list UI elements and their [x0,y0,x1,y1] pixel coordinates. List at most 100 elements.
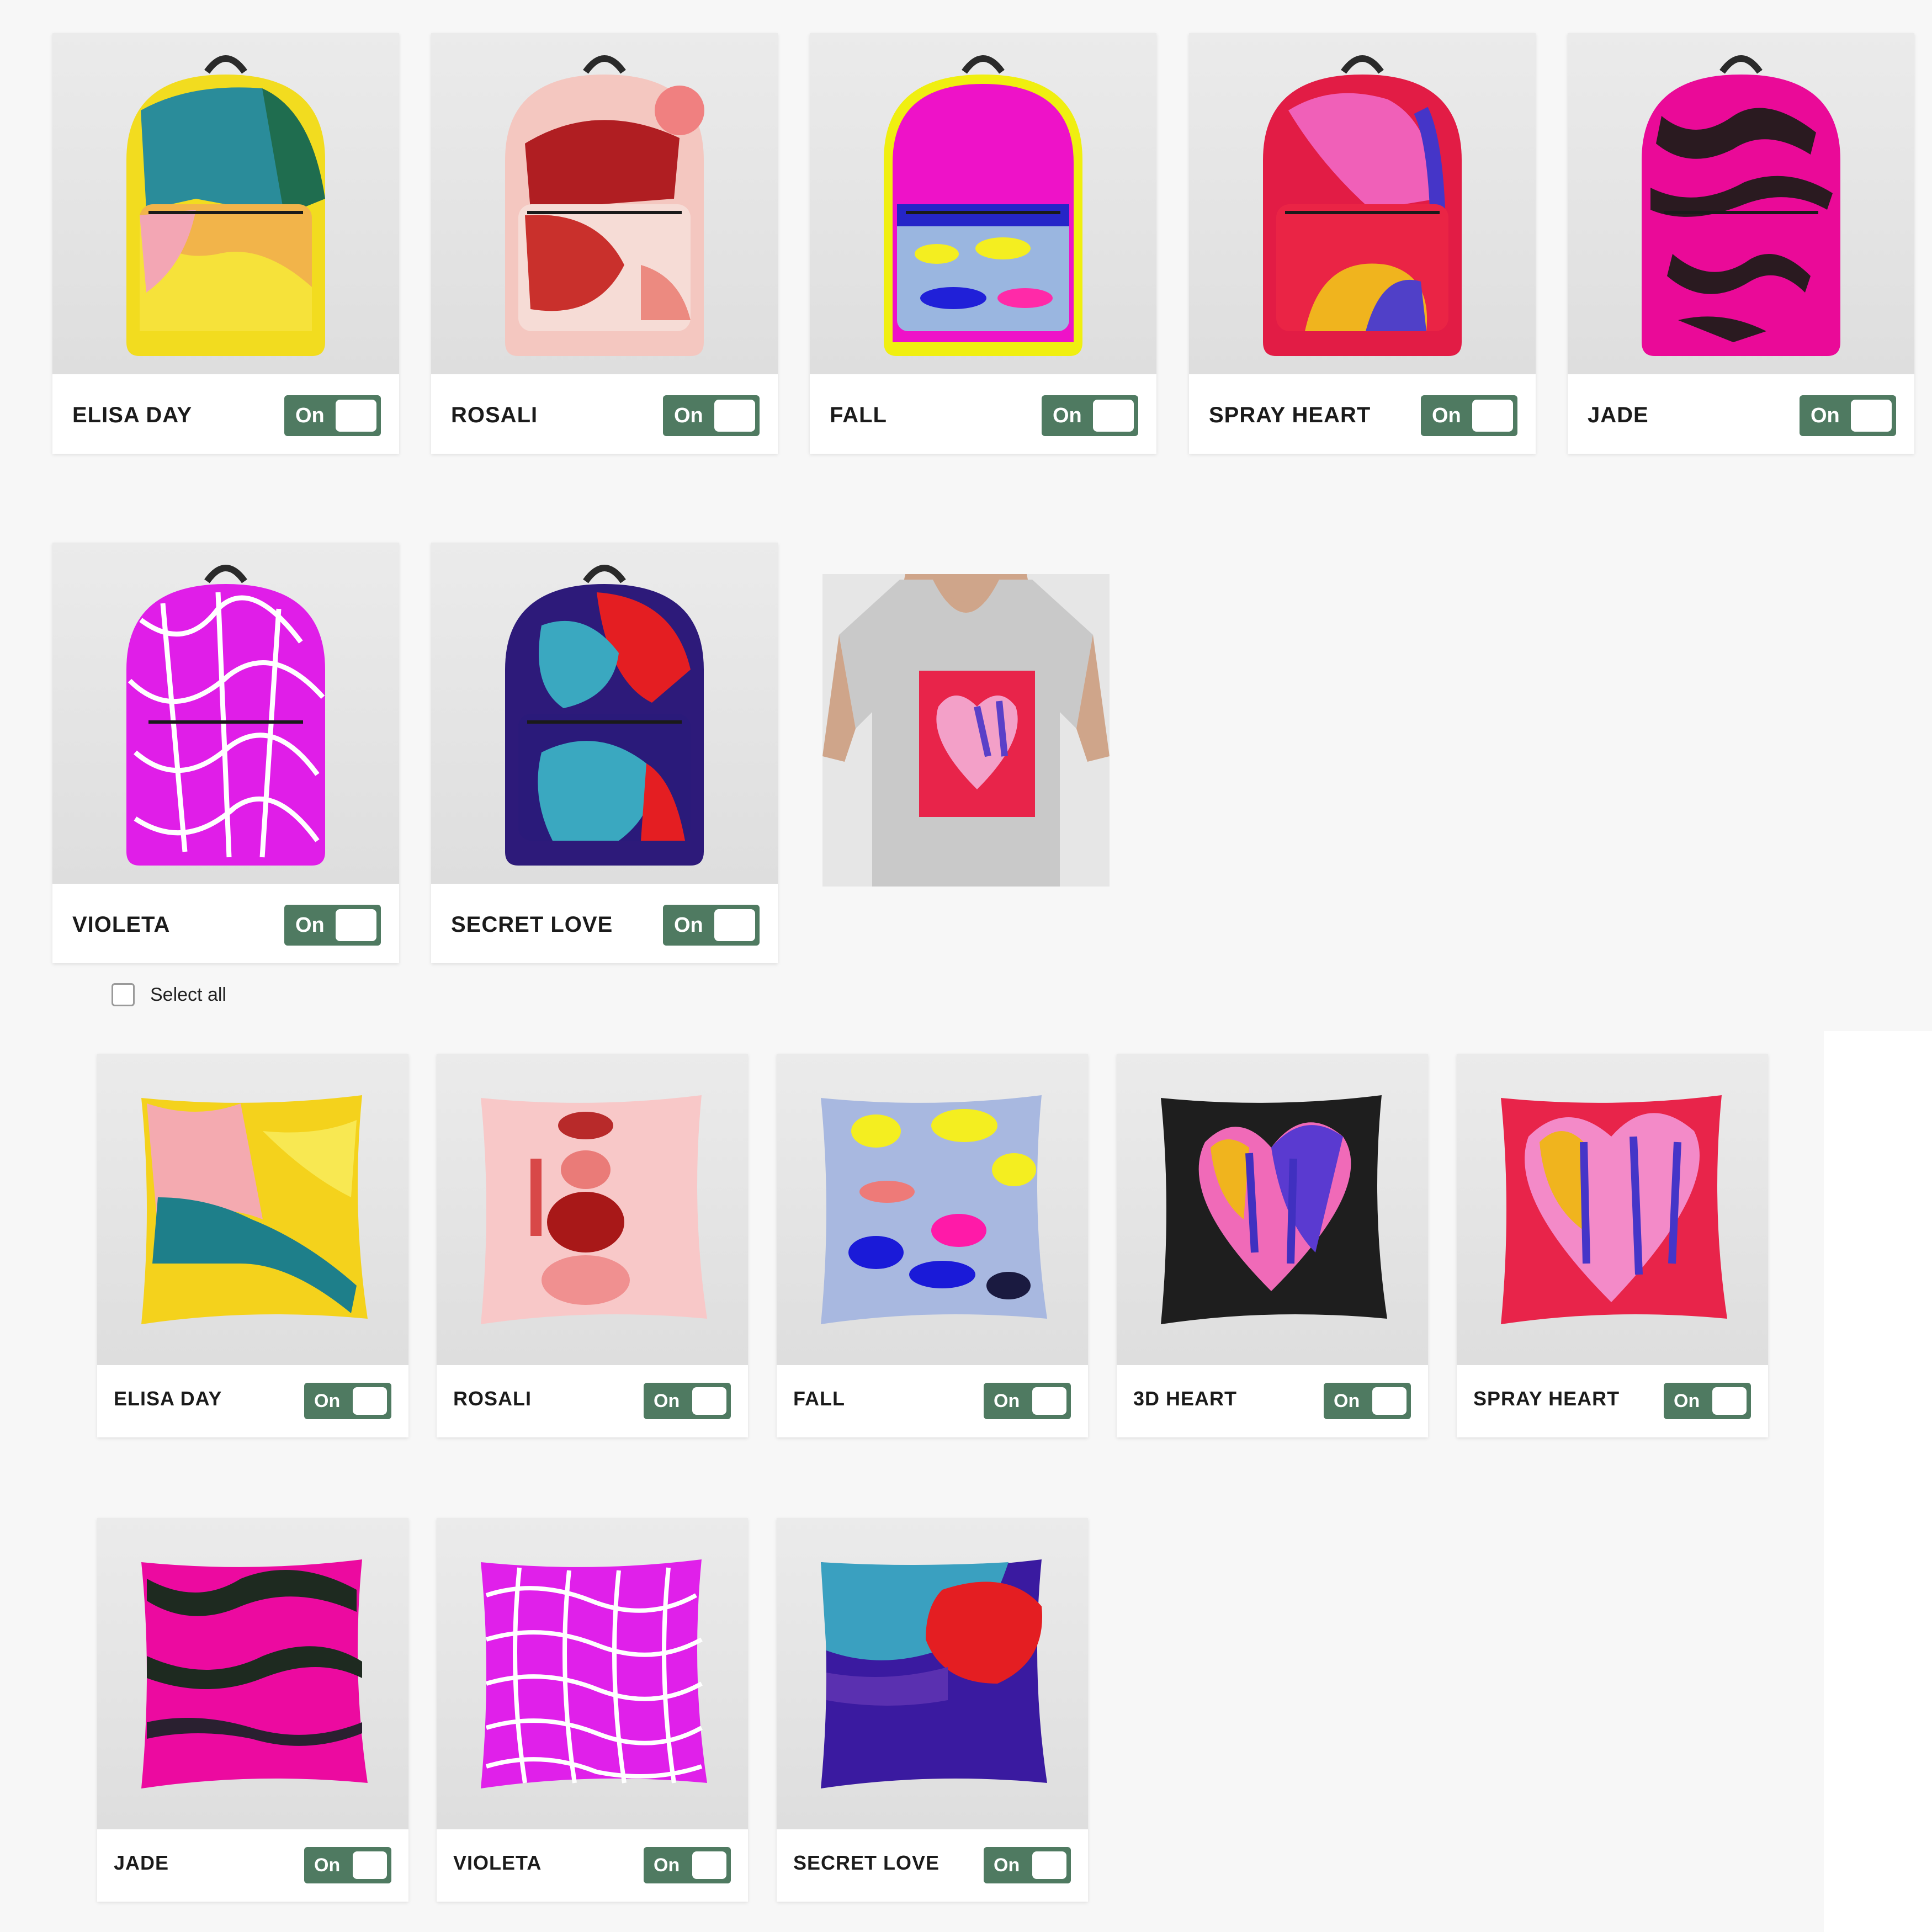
toggle-knob [1472,400,1513,432]
product-card-pillow-violeta[interactable]: VIOLETA On [437,1518,748,1902]
toggle-knob [1093,400,1134,432]
toggle-knob [353,1851,387,1879]
pillow-image[interactable] [437,1054,748,1365]
toggle-knob [1032,1851,1066,1879]
product-card-pillow-fall[interactable]: FALL On [777,1054,1088,1437]
toggle-label: On [674,404,703,427]
toggle-label: On [674,913,703,937]
publish-toggle[interactable]: On [644,1847,731,1883]
toggle-knob [353,1387,387,1415]
pillow-3d-heart-art [1161,1095,1387,1324]
publish-toggle[interactable]: On [1664,1383,1751,1419]
toggle-label: On [654,1390,680,1411]
right-panel-edge [1824,1031,1932,1932]
product-name: ROSALI [453,1387,532,1410]
pillow-image[interactable] [97,1518,408,1829]
toggle-knob [1032,1387,1066,1415]
publish-toggle[interactable]: On [984,1847,1071,1883]
product-card-pillow-elisa-day[interactable]: ELISA DAY On [97,1054,408,1437]
toggle-label: On [295,913,325,937]
toggle-knob [692,1851,726,1879]
backpack-jade-art [1642,55,1840,356]
toggle-knob [336,909,376,941]
product-card-pillow-spray-heart[interactable]: SPRAY HEART On [1457,1054,1768,1437]
product-name: ELISA DAY [114,1387,222,1410]
publish-toggle[interactable]: On [304,1383,391,1419]
product-card-backpack-rosali[interactable]: ROSALI On [431,33,778,454]
publish-toggle[interactable]: On [984,1383,1071,1419]
backpack-image[interactable] [1189,33,1536,374]
product-name: SPRAY HEART [1473,1387,1620,1410]
toggle-label: On [1334,1390,1360,1411]
publish-toggle[interactable]: On [1042,395,1138,436]
toggle-label: On [1432,404,1461,427]
publish-toggle[interactable]: On [304,1847,391,1883]
publish-toggle[interactable]: On [1800,395,1896,436]
publish-toggle[interactable]: On [1324,1383,1411,1419]
toggle-label: On [1674,1390,1700,1411]
publish-toggle[interactable]: On [644,1383,731,1419]
backpack-image[interactable] [431,543,778,884]
select-all-label: Select all [150,984,226,1005]
product-name: FALL [793,1387,845,1410]
toggle-label: On [1811,404,1840,427]
tshirt-image[interactable] [822,574,1110,887]
product-card-backpack-elisa-day[interactable]: ELISA DAY On [52,33,399,454]
backpack-violeta-art [126,565,325,866]
backpack-image[interactable] [52,543,399,884]
toggle-label: On [654,1854,680,1876]
toggle-label: On [994,1390,1020,1411]
product-name: SECRET LOVE [451,912,613,937]
product-name: FALL [830,403,887,427]
toggle-label: On [994,1854,1020,1876]
pillow-elisa-day-art [141,1095,368,1324]
product-name: ELISA DAY [72,403,193,427]
pillow-image[interactable] [97,1054,408,1365]
toggle-knob [1372,1387,1406,1415]
backpack-spray-heart-art [1263,55,1462,356]
toggle-knob [714,400,755,432]
pillow-spray-heart-art [1501,1095,1727,1324]
publish-toggle[interactable]: On [663,395,760,436]
product-card-backpack-secret-love[interactable]: SECRET LOVE On [431,543,778,963]
toggle-label: On [295,404,325,427]
product-name: ROSALI [451,403,538,427]
publish-toggle[interactable]: On [1421,395,1517,436]
product-card-backpack-fall[interactable]: FALL On [810,33,1156,454]
toggle-knob [692,1387,726,1415]
select-all-checkbox[interactable] [112,983,135,1006]
toggle-knob [336,400,376,432]
publish-toggle[interactable]: On [284,395,381,436]
product-card-pillow-jade[interactable]: JADE On [97,1518,408,1902]
product-name: VIOLETA [72,912,171,937]
product-card-pillow-secret-love[interactable]: SECRET LOVE On [777,1518,1088,1902]
publish-toggle[interactable]: On [284,905,381,946]
pillow-image[interactable] [437,1518,748,1829]
backpack-image[interactable] [431,33,778,374]
backpack-image[interactable] [52,33,399,374]
backpack-image[interactable] [1568,33,1914,374]
pillow-rosali-art [481,1095,707,1324]
backpack-image[interactable] [810,33,1156,374]
product-card-backpack-spray-heart[interactable]: SPRAY HEART On [1189,33,1536,454]
select-all[interactable]: Select all [112,981,226,1009]
publish-toggle[interactable]: On [663,905,760,946]
tshirt-spray-heart-art [822,574,1110,887]
toggle-label: On [1053,404,1082,427]
product-name: VIOLETA [453,1851,542,1874]
pillow-image[interactable] [777,1054,1088,1365]
product-card-pillow-rosali[interactable]: ROSALI On [437,1054,748,1437]
backpack-rosali-art [505,55,704,356]
product-card-pillow-3d-heart[interactable]: 3D HEART On [1117,1054,1428,1437]
backpack-elisa-day-art [126,55,325,356]
pillow-image[interactable] [777,1518,1088,1829]
product-name: 3D HEART [1133,1387,1238,1410]
product-card-backpack-jade[interactable]: JADE On [1568,33,1914,454]
pillow-image[interactable] [1117,1054,1428,1365]
product-card-backpack-violeta[interactable]: VIOLETA On [52,543,399,963]
pillow-image[interactable] [1457,1054,1768,1365]
toggle-knob [1851,400,1892,432]
backpack-secret-love-art [505,565,704,866]
product-name: SECRET LOVE [793,1851,940,1874]
product-name: JADE [1588,403,1649,427]
